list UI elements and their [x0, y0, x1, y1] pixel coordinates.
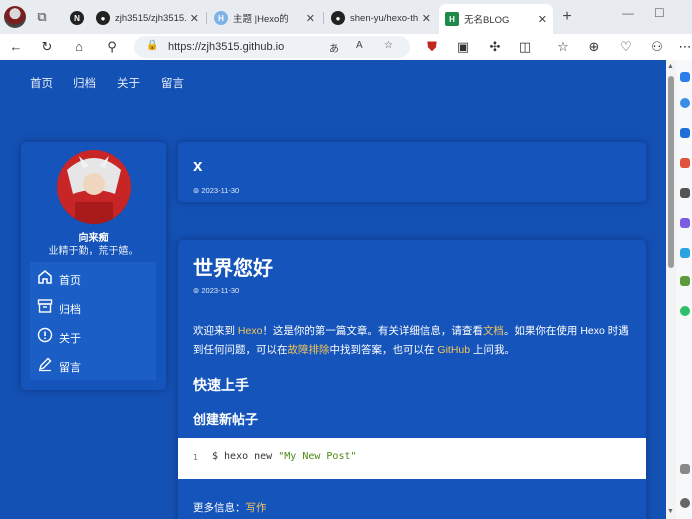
games-icon[interactable] — [680, 188, 690, 198]
github-icon: ● — [331, 11, 345, 25]
tab-github-repo[interactable]: ● zjh3515/zjh3515.g ✕ — [90, 4, 205, 32]
section-heading: 快速上手 — [193, 377, 249, 393]
search-sidebar-icon[interactable] — [680, 98, 690, 108]
home-icon — [38, 270, 52, 284]
scroll-down-arrow-icon[interactable]: ▼ — [667, 508, 674, 515]
author-sidebar-card: 向来痴 业精于勤，荒于嬉。 首页 归档 关于 留言 — [21, 142, 166, 390]
ublock-icon[interactable]: ⛊ — [423, 38, 441, 56]
post-intro-paragraph: 欢迎来到 Hexo！这是你的第一篇文章。有关详细信息，请查看文档。如果你在使用 … — [193, 325, 629, 356]
scrollbar-thumb[interactable] — [668, 76, 674, 268]
author-motto: 业精于勤，荒于嬉。 — [48, 246, 139, 257]
shopping-icon[interactable] — [680, 128, 690, 138]
more-menu-icon[interactable]: ⋯ — [676, 38, 692, 56]
scroll-up-arrow-icon[interactable]: ▲ — [667, 63, 674, 70]
tools-icon[interactable] — [680, 158, 690, 168]
clock-icon: ⊚ — [193, 286, 200, 295]
read-aloud-icon[interactable]: A — [356, 40, 363, 51]
subsection-heading: 创建新帖子 — [193, 412, 259, 427]
nav-about-link[interactable]: 关于 — [117, 75, 140, 91]
sidebar-item-about[interactable]: 关于 — [30, 323, 156, 349]
sidebar-settings-icon[interactable] — [680, 498, 690, 508]
refresh-icon[interactable]: ↻ — [38, 38, 56, 56]
url-text[interactable]: https://zjh3515.github.io — [168, 41, 284, 53]
browser-essentials-icon[interactable]: ♡ — [617, 38, 635, 56]
sidebar-item-archive[interactable]: 归档 — [30, 294, 156, 320]
sidebar-item-guestbook[interactable]: 留言 — [30, 352, 156, 378]
app-icon[interactable] — [680, 306, 690, 316]
nav-archive-link[interactable]: 归档 — [73, 75, 96, 91]
sidebar-item-label: 首页 — [59, 275, 81, 287]
favorite-star-icon[interactable]: ☆ — [384, 40, 393, 51]
code-line-number: 1 — [193, 453, 198, 462]
minimize-icon[interactable]: — — [622, 6, 634, 20]
tab-pinned-notion[interactable]: N — [64, 4, 86, 32]
extension-icon[interactable]: ▣ — [454, 38, 472, 56]
new-tab-button[interactable]: + — [559, 9, 575, 25]
nav-home-link[interactable]: 首页 — [30, 75, 53, 91]
sidebar-item-label: 归档 — [59, 304, 81, 316]
github-icon: ● — [96, 11, 110, 25]
post-title[interactable]: x — [193, 156, 202, 176]
author-avatar — [57, 150, 131, 224]
troubleshooting-link[interactable]: 故障排除 — [288, 344, 330, 356]
url-bar[interactable]: 🔒 https://zjh3515.github.io あ A ☆ — [134, 36, 410, 58]
close-tab-icon[interactable]: ✕ — [190, 12, 199, 25]
sidebar-item-label: 关于 — [59, 333, 81, 345]
lock-icon[interactable]: 🔒 — [146, 40, 158, 51]
translate-icon[interactable]: あ — [329, 40, 339, 55]
sidebar-item-home[interactable]: 首页 — [30, 265, 156, 291]
post-date: ⊚ 2023-11-30 — [193, 286, 240, 295]
clock-icon: ⊚ — [193, 186, 200, 195]
sidebar-item-label: 留言 — [59, 362, 81, 374]
favorites-icon[interactable]: ☆ — [554, 38, 572, 56]
tab-github-theme[interactable]: ● shen-yu/hexo-the ✕ — [325, 4, 437, 32]
post-date: ⊚ 2023-11-30 — [193, 186, 240, 195]
blog-page: 首页 归档 关于 留言 向来痴 业精于勤，荒于嬉。 首页 归档 关于 留言 x … — [0, 60, 666, 519]
post-card: 世界您好 ⊚ 2023-11-30 欢迎来到 Hexo！这是你的第一篇文章。有关… — [178, 240, 646, 519]
nav-guestbook-link[interactable]: 留言 — [161, 75, 184, 91]
outlook-icon[interactable] — [680, 248, 690, 258]
tab-hexo-themes[interactable]: H 主题 |Hexo的 ✕ — [208, 4, 321, 32]
pencil-icon — [38, 357, 52, 372]
info-icon — [37, 327, 53, 343]
home-icon[interactable]: ⌂ — [70, 38, 88, 56]
browser-tab-strip: ⧉ N ● zjh3515/zjh3515.g ✕ H 主题 |Hexo的 ✕ … — [0, 0, 692, 34]
code-line: $ hexo new "My New Post" — [212, 451, 357, 462]
split-screen-icon[interactable]: ◫ — [516, 38, 534, 56]
close-tab-icon[interactable]: ✕ — [538, 13, 547, 26]
blog-favicon-icon: H — [445, 12, 459, 26]
close-tab-icon[interactable]: ✕ — [306, 12, 315, 25]
page-scrollbar[interactable]: ▲ ▼ — [666, 60, 676, 519]
extensions-puzzle-icon[interactable]: ✣ — [486, 38, 504, 56]
docs-link[interactable]: 文档 — [483, 325, 504, 337]
notion-icon: N — [70, 11, 84, 25]
sidebar-menu: 首页 归档 关于 留言 — [30, 262, 156, 380]
profile-sync-icon[interactable]: ⚇ — [648, 38, 666, 56]
collections-icon[interactable]: ⊕ — [585, 38, 603, 56]
code-block: 1 $ hexo new "My New Post" — [178, 438, 646, 479]
hexo-icon: H — [214, 11, 228, 25]
post-card: x ⊚ 2023-11-30 — [178, 142, 646, 202]
close-tab-icon[interactable]: ✕ — [422, 12, 431, 25]
tab-active-blog[interactable]: H 无名BLOG ✕ — [439, 4, 553, 34]
maximize-icon[interactable]: ☐ — [654, 6, 665, 20]
back-icon[interactable]: ← — [7, 38, 25, 56]
browser-right-sidebar — [676, 60, 692, 519]
more-info-line: 更多信息：写作 — [193, 502, 267, 514]
address-toolbar: ← ↻ ⌂ ⚲ 🔒 https://zjh3515.github.io あ A … — [0, 34, 692, 60]
profile-avatar[interactable] — [4, 6, 26, 28]
archive-icon — [37, 299, 53, 313]
drop-icon[interactable] — [680, 276, 690, 286]
sidebar-feedback-icon[interactable] — [680, 464, 690, 474]
search-icon[interactable]: ⚲ — [103, 38, 121, 56]
github-link[interactable]: GitHub — [437, 344, 470, 356]
post-title[interactable]: 世界您好 — [193, 252, 273, 281]
workspaces-icon[interactable]: ⧉ — [34, 9, 50, 25]
copilot-icon[interactable] — [680, 72, 690, 82]
writing-link[interactable]: 写作 — [246, 502, 267, 514]
office-icon[interactable] — [680, 218, 690, 228]
hexo-link[interactable]: Hexo — [238, 325, 263, 337]
